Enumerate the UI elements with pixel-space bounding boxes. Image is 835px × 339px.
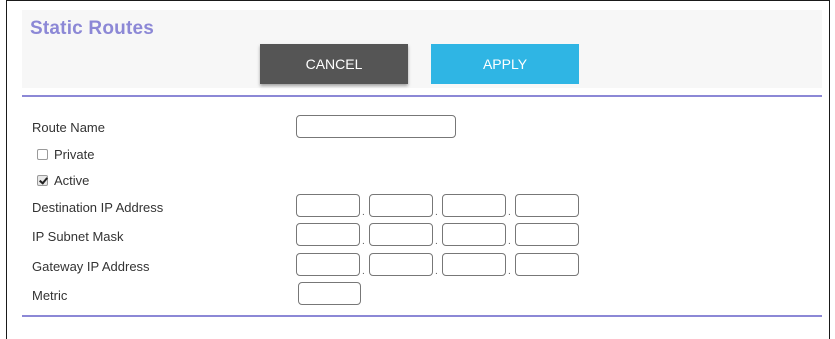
route-name-input[interactable] [296,115,456,138]
metric-input[interactable] [298,282,361,305]
gateway-ip-octet-1[interactable] [296,253,360,276]
route-name-label: Route Name [32,120,105,135]
apply-button[interactable]: APPLY [431,44,579,84]
gateway-ip-label: Gateway IP Address [32,259,150,274]
subnet-mask-octet-2[interactable] [369,223,433,246]
gateway-ip-octet-2[interactable] [369,253,433,276]
ip-dot-separator: . [508,207,511,218]
page-title: Static Routes [30,18,155,39]
destination-ip-octet-1[interactable] [296,194,360,217]
active-label: Active [54,173,90,188]
ip-dot-separator: . [435,266,438,277]
subnet-mask-label: IP Subnet Mask [32,229,124,244]
header-bar: Static Routes CANCEL APPLY [22,10,822,88]
active-checkbox[interactable] [37,175,48,186]
private-checkbox-row[interactable]: Private [37,147,94,162]
ip-dot-separator: . [362,266,365,277]
ip-dot-separator: . [362,207,365,218]
ip-dot-separator: . [508,266,511,277]
destination-ip-octet-2[interactable] [369,194,433,217]
ip-dot-separator: . [362,236,365,247]
header-divider [22,95,822,97]
private-checkbox[interactable] [37,149,48,160]
metric-label: Metric [32,288,68,303]
subnet-mask-octet-3[interactable] [442,223,506,246]
subnet-mask-octet-1[interactable] [296,223,360,246]
destination-ip-octet-4[interactable] [515,194,579,217]
private-label: Private [54,147,95,162]
destination-ip-label: Destination IP Address [32,200,164,215]
ip-dot-separator: . [435,236,438,247]
footer-divider [22,315,822,317]
destination-ip-octet-3[interactable] [442,194,506,217]
ip-dot-separator: . [435,207,438,218]
gateway-ip-octet-4[interactable] [515,253,579,276]
gateway-ip-octet-3[interactable] [442,253,506,276]
subnet-mask-octet-4[interactable] [515,223,579,246]
cancel-button[interactable]: CANCEL [260,44,408,84]
active-checkbox-row[interactable]: Active [37,173,89,188]
ip-dot-separator: . [508,236,511,247]
